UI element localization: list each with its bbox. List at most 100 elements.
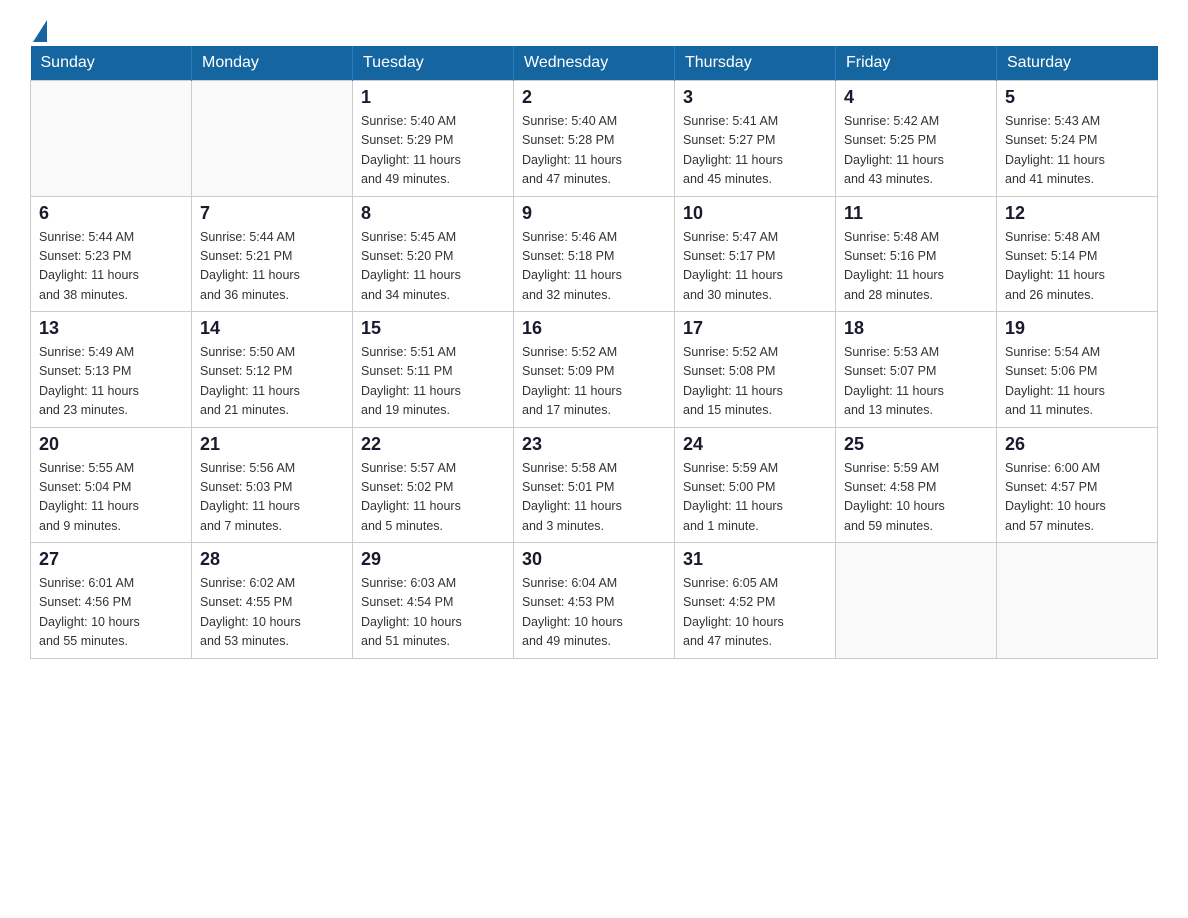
calendar-cell: 16 Sunrise: 5:52 AMSunset: 5:09 PMDayligh… <box>514 312 675 428</box>
day-info: Sunrise: 6:00 AMSunset: 4:57 PMDaylight:… <box>1005 459 1149 537</box>
day-info: Sunrise: 5:48 AMSunset: 5:14 PMDaylight:… <box>1005 228 1149 306</box>
calendar-cell: 18 Sunrise: 5:53 AMSunset: 5:07 PMDayligh… <box>836 312 997 428</box>
calendar-cell <box>192 81 353 197</box>
day-info: Sunrise: 5:59 AMSunset: 4:58 PMDaylight:… <box>844 459 988 537</box>
column-header-thursday: Thursday <box>675 46 836 81</box>
calendar-week-1: 1 Sunrise: 5:40 AMSunset: 5:29 PMDaylight… <box>31 81 1158 197</box>
calendar-cell: 19 Sunrise: 5:54 AMSunset: 5:06 PMDayligh… <box>997 312 1158 428</box>
column-header-tuesday: Tuesday <box>353 46 514 81</box>
day-number: 8 <box>361 203 505 224</box>
day-number: 7 <box>200 203 344 224</box>
day-number: 1 <box>361 87 505 108</box>
calendar-cell: 21 Sunrise: 5:56 AMSunset: 5:03 PMDayligh… <box>192 427 353 543</box>
day-info: Sunrise: 5:40 AMSunset: 5:28 PMDaylight:… <box>522 112 666 190</box>
day-info: Sunrise: 6:01 AMSunset: 4:56 PMDaylight:… <box>39 574 183 652</box>
day-info: Sunrise: 6:02 AMSunset: 4:55 PMDaylight:… <box>200 574 344 652</box>
day-number: 31 <box>683 549 827 570</box>
day-info: Sunrise: 5:51 AMSunset: 5:11 PMDaylight:… <box>361 343 505 421</box>
calendar-cell: 11 Sunrise: 5:48 AMSunset: 5:16 PMDayligh… <box>836 196 997 312</box>
day-number: 29 <box>361 549 505 570</box>
column-header-friday: Friday <box>836 46 997 81</box>
day-number: 27 <box>39 549 183 570</box>
calendar-cell <box>836 543 997 659</box>
calendar-cell: 29 Sunrise: 6:03 AMSunset: 4:54 PMDayligh… <box>353 543 514 659</box>
day-info: Sunrise: 5:54 AMSunset: 5:06 PMDaylight:… <box>1005 343 1149 421</box>
day-number: 21 <box>200 434 344 455</box>
day-number: 19 <box>1005 318 1149 339</box>
column-header-sunday: Sunday <box>31 46 192 81</box>
day-info: Sunrise: 5:58 AMSunset: 5:01 PMDaylight:… <box>522 459 666 537</box>
day-info: Sunrise: 5:40 AMSunset: 5:29 PMDaylight:… <box>361 112 505 190</box>
day-number: 22 <box>361 434 505 455</box>
column-header-saturday: Saturday <box>997 46 1158 81</box>
day-info: Sunrise: 5:57 AMSunset: 5:02 PMDaylight:… <box>361 459 505 537</box>
calendar-cell: 2 Sunrise: 5:40 AMSunset: 5:28 PMDaylight… <box>514 81 675 197</box>
day-info: Sunrise: 5:56 AMSunset: 5:03 PMDaylight:… <box>200 459 344 537</box>
calendar-cell: 9Sunrise: 5:46 AMSunset: 5:18 PMDaylight… <box>514 196 675 312</box>
calendar-cell: 10Sunrise: 5:47 AMSunset: 5:17 PMDayligh… <box>675 196 836 312</box>
day-info: Sunrise: 5:55 AMSunset: 5:04 PMDaylight:… <box>39 459 183 537</box>
calendar-week-2: 6Sunrise: 5:44 AMSunset: 5:23 PMDaylight… <box>31 196 1158 312</box>
logo <box>30 20 47 36</box>
calendar-cell: 28 Sunrise: 6:02 AMSunset: 4:55 PMDayligh… <box>192 543 353 659</box>
calendar-cell: 25 Sunrise: 5:59 AMSunset: 4:58 PMDayligh… <box>836 427 997 543</box>
calendar-cell: 26 Sunrise: 6:00 AMSunset: 4:57 PMDayligh… <box>997 427 1158 543</box>
page-header <box>30 20 1158 36</box>
day-info: Sunrise: 5:44 AMSunset: 5:21 PMDaylight:… <box>200 228 344 306</box>
day-info: Sunrise: 5:42 AMSunset: 5:25 PMDaylight:… <box>844 112 988 190</box>
logo-triangle-icon <box>33 20 47 42</box>
day-number: 3 <box>683 87 827 108</box>
day-number: 9 <box>522 203 666 224</box>
calendar-cell: 23 Sunrise: 5:58 AMSunset: 5:01 PMDayligh… <box>514 427 675 543</box>
day-info: Sunrise: 5:53 AMSunset: 5:07 PMDaylight:… <box>844 343 988 421</box>
calendar-header-row: SundayMondayTuesdayWednesdayThursdayFrid… <box>31 46 1158 81</box>
calendar-week-5: 27 Sunrise: 6:01 AMSunset: 4:56 PMDayligh… <box>31 543 1158 659</box>
day-number: 15 <box>361 318 505 339</box>
day-number: 17 <box>683 318 827 339</box>
calendar-cell: 6Sunrise: 5:44 AMSunset: 5:23 PMDaylight… <box>31 196 192 312</box>
day-info: Sunrise: 5:41 AMSunset: 5:27 PMDaylight:… <box>683 112 827 190</box>
calendar-cell: 14 Sunrise: 5:50 AMSunset: 5:12 PMDayligh… <box>192 312 353 428</box>
day-number: 30 <box>522 549 666 570</box>
calendar-cell: 4 Sunrise: 5:42 AMSunset: 5:25 PMDaylight… <box>836 81 997 197</box>
calendar-cell: 5 Sunrise: 5:43 AMSunset: 5:24 PMDaylight… <box>997 81 1158 197</box>
calendar-cell: 15 Sunrise: 5:51 AMSunset: 5:11 PMDayligh… <box>353 312 514 428</box>
day-number: 2 <box>522 87 666 108</box>
calendar-cell: 24Sunrise: 5:59 AMSunset: 5:00 PMDayligh… <box>675 427 836 543</box>
day-number: 10 <box>683 203 827 224</box>
calendar-cell: 13Sunrise: 5:49 AMSunset: 5:13 PMDayligh… <box>31 312 192 428</box>
day-info: Sunrise: 5:52 AMSunset: 5:09 PMDaylight:… <box>522 343 666 421</box>
calendar-cell: 30Sunrise: 6:04 AMSunset: 4:53 PMDayligh… <box>514 543 675 659</box>
day-number: 26 <box>1005 434 1149 455</box>
calendar-cell: 22 Sunrise: 5:57 AMSunset: 5:02 PMDayligh… <box>353 427 514 543</box>
day-number: 16 <box>522 318 666 339</box>
day-info: Sunrise: 5:50 AMSunset: 5:12 PMDaylight:… <box>200 343 344 421</box>
calendar-table: SundayMondayTuesdayWednesdayThursdayFrid… <box>30 46 1158 659</box>
day-number: 20 <box>39 434 183 455</box>
day-number: 14 <box>200 318 344 339</box>
calendar-cell <box>997 543 1158 659</box>
calendar-cell: 1 Sunrise: 5:40 AMSunset: 5:29 PMDaylight… <box>353 81 514 197</box>
calendar-week-4: 20 Sunrise: 5:55 AMSunset: 5:04 PMDayligh… <box>31 427 1158 543</box>
day-number: 25 <box>844 434 988 455</box>
day-number: 18 <box>844 318 988 339</box>
calendar-cell: 3 Sunrise: 5:41 AMSunset: 5:27 PMDaylight… <box>675 81 836 197</box>
day-info: Sunrise: 5:48 AMSunset: 5:16 PMDaylight:… <box>844 228 988 306</box>
day-number: 28 <box>200 549 344 570</box>
day-info: Sunrise: 6:05 AMSunset: 4:52 PMDaylight:… <box>683 574 827 652</box>
day-info: Sunrise: 6:03 AMSunset: 4:54 PMDaylight:… <box>361 574 505 652</box>
day-number: 11 <box>844 203 988 224</box>
day-number: 12 <box>1005 203 1149 224</box>
calendar-cell: 12 Sunrise: 5:48 AMSunset: 5:14 PMDayligh… <box>997 196 1158 312</box>
column-header-monday: Monday <box>192 46 353 81</box>
calendar-cell <box>31 81 192 197</box>
day-number: 6 <box>39 203 183 224</box>
day-info: Sunrise: 5:43 AMSunset: 5:24 PMDaylight:… <box>1005 112 1149 190</box>
day-number: 5 <box>1005 87 1149 108</box>
day-number: 4 <box>844 87 988 108</box>
day-number: 23 <box>522 434 666 455</box>
day-info: Sunrise: 5:45 AMSunset: 5:20 PMDaylight:… <box>361 228 505 306</box>
day-info: Sunrise: 5:49 AMSunset: 5:13 PMDaylight:… <box>39 343 183 421</box>
calendar-week-3: 13Sunrise: 5:49 AMSunset: 5:13 PMDayligh… <box>31 312 1158 428</box>
calendar-cell: 8 Sunrise: 5:45 AMSunset: 5:20 PMDaylight… <box>353 196 514 312</box>
